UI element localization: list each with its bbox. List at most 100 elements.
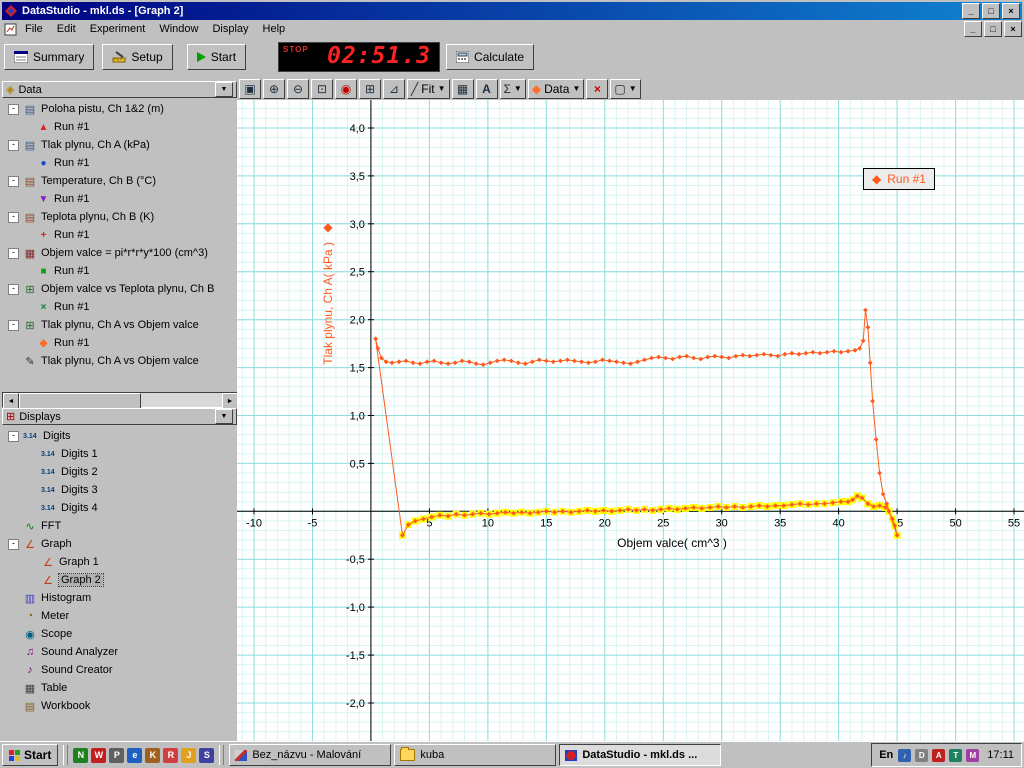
display-item[interactable]: ∿FFT bbox=[2, 517, 237, 535]
data-item[interactable]: -▤Temperature, Ch B (°C) bbox=[2, 172, 237, 190]
run-item[interactable]: ▼Run #1 bbox=[2, 190, 237, 208]
display-item[interactable]: ◉Scope bbox=[2, 625, 237, 643]
displays-panel-header[interactable]: ⊞ Displays ▼ bbox=[2, 408, 237, 425]
display-item[interactable]: 3.14Digits 1 bbox=[2, 445, 237, 463]
package-icon[interactable]: K bbox=[145, 748, 160, 763]
setup-button[interactable]: Setup bbox=[102, 44, 172, 70]
text-tool-button[interactable]: A bbox=[476, 79, 498, 99]
start-button[interactable]: Start bbox=[187, 44, 246, 70]
calculate-tool-button[interactable]: ▦ bbox=[452, 79, 474, 99]
collapse-toggle[interactable]: - bbox=[8, 248, 19, 259]
grid-tool-button[interactable]: ⊞ bbox=[359, 79, 381, 99]
collapse-toggle[interactable]: - bbox=[8, 320, 19, 331]
menu-experiment[interactable]: Experiment bbox=[83, 21, 153, 37]
collapse-toggle[interactable]: - bbox=[8, 284, 19, 295]
remove-button[interactable]: × bbox=[586, 79, 608, 99]
collapse-toggle[interactable]: - bbox=[8, 104, 19, 115]
menu-display[interactable]: Display bbox=[205, 21, 255, 37]
menu-window[interactable]: Window bbox=[152, 21, 205, 37]
run-item[interactable]: +Run #1 bbox=[2, 226, 237, 244]
menu-help[interactable]: Help bbox=[256, 21, 293, 37]
scroll-right-button[interactable]: ► bbox=[222, 393, 237, 409]
data-item[interactable]: -▦Objem valce = pi*r*r*y*100 (cm^3) bbox=[2, 244, 237, 262]
scroll-left-button[interactable]: ◄ bbox=[3, 393, 19, 409]
data-item[interactable]: -▤Tlak plynu, Ch A (kPa) bbox=[2, 136, 237, 154]
data-item[interactable]: -⊞Objem valce vs Teplota plynu, Ch B bbox=[2, 280, 237, 298]
display-item[interactable]: 3.14Digits 4 bbox=[2, 499, 237, 517]
statistics-dropdown[interactable]: Σ▼ bbox=[500, 79, 526, 99]
child-minimize-button[interactable]: _ bbox=[964, 21, 982, 37]
volume-icon[interactable]: ♪ bbox=[898, 749, 911, 762]
menu-edit[interactable]: Edit bbox=[50, 21, 83, 37]
collapse-toggle[interactable]: - bbox=[8, 539, 19, 550]
slope-tool-button[interactable]: ⊿ bbox=[383, 79, 405, 99]
run-item[interactable]: ◆Run #1 bbox=[2, 334, 237, 352]
task-button[interactable]: Bez_názvu - Malování bbox=[229, 744, 391, 766]
start-menu-button[interactable]: Start bbox=[2, 744, 58, 766]
display-item[interactable]: 3.14Digits 3 bbox=[2, 481, 237, 499]
task-button[interactable]: DataStudio - mkl.ds ... bbox=[559, 744, 721, 766]
scale-to-fit-button[interactable]: ▣ bbox=[239, 79, 261, 99]
run-item[interactable]: ●Run #1 bbox=[2, 154, 237, 172]
collapse-toggle[interactable]: - bbox=[8, 140, 19, 151]
keyboard-layout-indicator[interactable]: En bbox=[879, 749, 893, 761]
displays-panel-dropdown-button[interactable]: ▼ bbox=[215, 409, 233, 424]
messenger-icon[interactable]: M bbox=[966, 749, 979, 762]
data-item[interactable]: ✎Tlak plynu, Ch A vs Objem valce bbox=[2, 352, 237, 370]
scheduler-icon[interactable]: T bbox=[949, 749, 962, 762]
fit-dropdown[interactable]: ╱Fit▼ bbox=[407, 79, 450, 99]
close-button[interactable]: × bbox=[1002, 3, 1020, 19]
display-item[interactable]: -∠Graph bbox=[2, 535, 237, 553]
data-panel-header[interactable]: ◈ Data ▼ bbox=[2, 81, 237, 98]
title-bar[interactable]: DataStudio - mkl.ds - [Graph 2] _ □ × bbox=[2, 2, 1022, 20]
winamp-icon[interactable]: W bbox=[91, 748, 106, 763]
data-dropdown[interactable]: ◆Data▼ bbox=[528, 79, 585, 99]
internet-explorer-icon[interactable]: e bbox=[127, 748, 142, 763]
display-item[interactable]: ♫Sound Analyzer bbox=[2, 643, 237, 661]
java-icon[interactable]: J bbox=[181, 748, 196, 763]
zoom-in-button[interactable]: ⊕ bbox=[263, 79, 285, 99]
calculate-button[interactable]: Calculate bbox=[446, 44, 534, 70]
display-item[interactable]: -3.14Digits bbox=[2, 427, 237, 445]
display-item[interactable]: ∠Graph 2 bbox=[2, 571, 237, 589]
child-restore-button[interactable]: □ bbox=[984, 21, 1002, 37]
restore-button[interactable]: □ bbox=[982, 3, 1000, 19]
data-tree-hscrollbar[interactable]: ◄ ► bbox=[2, 392, 237, 408]
data-panel-dropdown-button[interactable]: ▼ bbox=[215, 82, 233, 97]
collapse-toggle[interactable]: - bbox=[8, 431, 19, 442]
collapse-toggle[interactable]: - bbox=[8, 212, 19, 223]
zoom-select-button[interactable]: ⊡ bbox=[311, 79, 333, 99]
display-item[interactable]: ▤Workbook bbox=[2, 697, 237, 715]
summary-button[interactable]: Summary bbox=[4, 44, 94, 70]
run-item[interactable]: ▲Run #1 bbox=[2, 118, 237, 136]
display-item[interactable]: ▦Table bbox=[2, 679, 237, 697]
display-item[interactable]: ◔Meter bbox=[2, 607, 237, 625]
display-item[interactable]: 3.14Digits 2 bbox=[2, 463, 237, 481]
menu-file[interactable]: File bbox=[18, 21, 50, 37]
display-settings-icon[interactable]: D bbox=[915, 749, 928, 762]
task-button[interactable]: kuba bbox=[394, 744, 556, 766]
display-item[interactable]: ♪Sound Creator bbox=[2, 661, 237, 679]
scroll-thumb[interactable] bbox=[19, 393, 141, 409]
realplayer-icon[interactable]: R bbox=[163, 748, 178, 763]
svg-text:10: 10 bbox=[482, 517, 494, 529]
security-icon[interactable]: S bbox=[199, 748, 214, 763]
data-item[interactable]: -▤Teplota plynu, Ch B (K) bbox=[2, 208, 237, 226]
graph-plot[interactable]: -10-55101520253035404550554,03,53,02,52,… bbox=[237, 100, 1024, 741]
smart-tool-button[interactable]: ◉ bbox=[335, 79, 357, 99]
minimize-button[interactable]: _ bbox=[962, 3, 980, 19]
display-item[interactable]: ▥Histogram bbox=[2, 589, 237, 607]
display-item[interactable]: ∠Graph 1 bbox=[2, 553, 237, 571]
legend[interactable]: ◆ Run #1 bbox=[863, 168, 935, 190]
axis-settings-dropdown[interactable]: ▢▼ bbox=[610, 79, 640, 99]
printer-icon[interactable]: P bbox=[109, 748, 124, 763]
run-item[interactable]: ×Run #1 bbox=[2, 298, 237, 316]
data-item[interactable]: -⊞Tlak plynu, Ch A vs Objem valce bbox=[2, 316, 237, 334]
antivirus-icon[interactable]: A bbox=[932, 749, 945, 762]
run-item[interactable]: ■Run #1 bbox=[2, 262, 237, 280]
notes-icon[interactable]: N bbox=[73, 748, 88, 763]
data-item[interactable]: -▤Poloha pistu, Ch 1&2 (m) bbox=[2, 100, 237, 118]
zoom-out-button[interactable]: ⊖ bbox=[287, 79, 309, 99]
child-close-button[interactable]: × bbox=[1004, 21, 1022, 37]
collapse-toggle[interactable]: - bbox=[8, 176, 19, 187]
